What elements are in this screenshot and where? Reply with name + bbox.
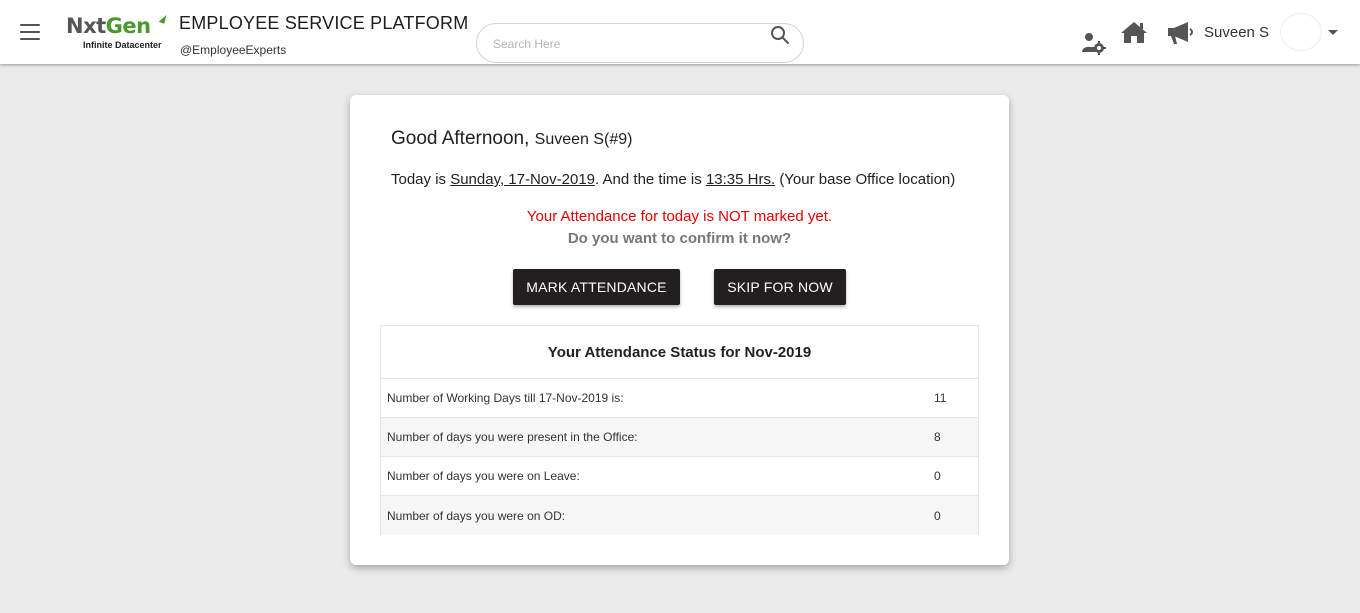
search-input[interactable] [493, 34, 763, 54]
app-subtitle: @EmployeeExperts [180, 43, 287, 57]
user-name[interactable]: Suveen S [1204, 24, 1269, 41]
table-row: Number of days you were on OD: 0 [381, 496, 978, 535]
today-date: Sunday, 17-Nov-2019 [450, 171, 596, 188]
menu-icon[interactable] [20, 24, 40, 40]
row-label: Number of days you were on OD: [387, 508, 566, 523]
row-value: 8 [934, 430, 941, 444]
row-label: Number of Working Days till 17-Nov-2019 … [387, 391, 624, 405]
row-label: Number of days you were present in the O… [387, 430, 638, 444]
home-icon[interactable] [1120, 20, 1148, 44]
attendance-card: Good Afternoon, Suveen S(#9) Today is Su… [350, 95, 1009, 565]
greeting-user: Suveen S(#9) [534, 131, 633, 148]
today-prefix: Today is [391, 171, 447, 188]
row-value: 11 [934, 391, 947, 405]
greeting-text: Good Afternoon, [391, 128, 530, 149]
search-icon[interactable] [769, 24, 791, 46]
logo-leaf-icon [158, 13, 168, 24]
table-row: Number of days you were present in the O… [381, 418, 978, 457]
avatar[interactable] [1280, 13, 1322, 51]
logo-wordmark: NxtGen [66, 14, 151, 38]
mark-attendance-button[interactable]: MARK ATTENDANCE [513, 269, 680, 305]
date-time-line: Today is Sunday, 17-Nov-2019. And the ti… [391, 171, 955, 188]
attendance-warning: Your Attendance for today is NOT marked … [526, 208, 833, 225]
today-mid: . And the time is [595, 171, 702, 188]
team-settings-icon[interactable] [1080, 30, 1108, 58]
today-time: 13:35 Hrs. [705, 171, 776, 188]
dropdown-caret-icon[interactable] [1328, 30, 1338, 35]
table-row: Number of Working Days till 17-Nov-2019 … [381, 379, 978, 418]
confirm-question: Do you want to confirm it now? [567, 230, 792, 247]
skip-for-now-button[interactable]: SKIP FOR NOW [714, 269, 846, 305]
app-title: EMPLOYEE SERVICE PLATFORM [179, 13, 469, 33]
megaphone-icon[interactable] [1166, 20, 1196, 46]
company-logo[interactable]: NxtGen Infinite Datacenter [64, 13, 170, 54]
top-app-bar: NxtGen Infinite Datacenter EMPLOYEE SERV… [0, 0, 1360, 64]
table-row: Number of days you were on Leave: 0 [381, 457, 978, 496]
attendance-status-table: Your Attendance Status for Nov-2019 Numb… [380, 325, 979, 535]
search-box [476, 23, 804, 63]
status-rows: Number of Working Days till 17-Nov-2019 … [381, 379, 978, 535]
today-suffix: (Your base Office location) [779, 171, 956, 188]
row-value: 0 [934, 508, 941, 523]
row-value: 0 [934, 469, 941, 483]
row-label: Number of days you were on Leave: [387, 469, 580, 483]
logo-tagline: Infinite Datacenter [83, 40, 162, 50]
status-title: Your Attendance Status for Nov-2019 [381, 326, 978, 379]
greeting: Good Afternoon, Suveen S(#9) [391, 128, 633, 150]
